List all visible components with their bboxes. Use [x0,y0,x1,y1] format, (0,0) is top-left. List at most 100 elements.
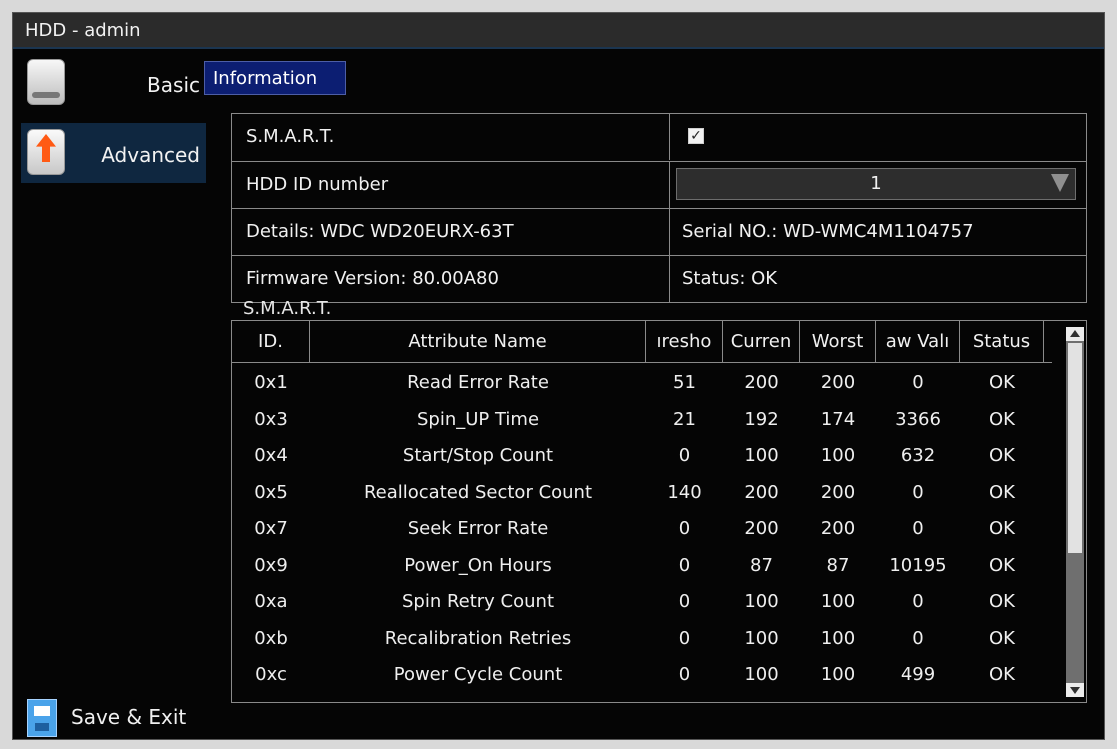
cell-id: 0x1 [254,372,288,393]
scrollbar-thumb[interactable] [1068,343,1082,553]
sidebar-item-basic[interactable]: Basic [21,53,206,113]
table-row[interactable]: 0xc Power Cycle Count 0 100 100 499 OK [232,657,1052,693]
cell-raw-value: 0 [912,372,924,393]
smart-toggle-cell[interactable]: ✓ [670,114,1086,160]
save-exit-button[interactable]: Save & Exit [23,697,223,737]
cell-current: 200 [744,372,779,393]
hdd-id-dropdown[interactable]: 1 [676,168,1076,200]
cell-threshold: 0 [678,664,691,685]
table-row[interactable]: 0xa Spin Retry Count 0 100 100 0 OK [232,584,1052,620]
upgrade-arrow-icon [27,129,65,175]
hdd-id-label: HDD ID number [232,162,670,208]
sidebar-item-label: Basic [147,73,200,97]
table-row[interactable]: 0x3 Spin_UP Time 21 192 174 3366 OK [232,402,1052,438]
smart-table-header: ID. Attribute Name ıresho Curren Worst a… [232,321,1052,363]
firmware-text: Firmware Version: 80.00A80 [232,256,670,302]
hard-drive-icon [27,59,65,105]
cell-raw-value: 3366 [895,408,941,430]
smart-label: S.M.A.R.T. [232,114,670,160]
cell-status: OK [989,664,1015,685]
sidebar-item-advanced[interactable]: Advanced [21,123,206,183]
column-id: ID. [232,321,310,362]
cell-attribute-name: Power Cycle Count [393,664,563,685]
vertical-scrollbar[interactable] [1066,327,1084,697]
cell-worst: 174 [820,408,856,430]
table-row[interactable]: 0x1 Read Error Rate 51 200 200 0 OK [232,365,1052,401]
table-row[interactable]: 0xb Recalibration Retries 0 100 100 0 OK [232,621,1052,657]
cell-current: 100 [744,445,779,466]
cell-attribute-name: Spin Retry Count [401,591,555,612]
cell-threshold: 0 [678,554,691,576]
cell-threshold: 21 [673,408,696,430]
cell-status: OK [989,445,1015,466]
cell-current: 100 [744,627,779,649]
cell-raw-value: 499 [900,664,936,685]
cell-status: OK [989,372,1015,393]
cell-raw-value: 10195 [889,554,947,576]
cell-id: 0x7 [254,518,288,539]
smart-section-label: S.M.A.R.T. [243,298,332,319]
serial-text: Serial NO.: WD-WMC4M1104757 [682,221,974,242]
cell-threshold: 0 [678,591,691,612]
cell-raw-value: 632 [900,445,936,466]
cell-worst: 87 [826,554,850,576]
cell-worst: 200 [820,518,856,539]
cell-attribute-name: Seek Error Rate [407,518,549,539]
table-row[interactable]: 0x4 Start/Stop Count 0 100 100 632 OK [232,438,1052,474]
cell-current: 100 [744,591,779,612]
cell-worst: 200 [820,372,856,393]
cell-worst: 100 [820,664,856,685]
cell-threshold: 140 [667,481,702,503]
column-status: Status [960,321,1044,362]
cell-status: OK [989,481,1015,503]
cell-status: OK [989,554,1015,576]
cell-threshold: 0 [678,518,691,539]
smart-checkbox[interactable]: ✓ [688,128,704,144]
hdd-info-table: S.M.A.R.T. ✓ HDD ID number 1 Details: WD… [231,113,1087,303]
smart-row: S.M.A.R.T. ✓ [232,114,1086,161]
cell-worst: 100 [820,445,856,466]
cell-status: OK [989,408,1015,430]
cell-current: 87 [750,554,773,576]
tab-label: Information [213,68,318,89]
cell-threshold: 0 [678,445,691,466]
cell-worst: 100 [820,627,856,649]
cell-attribute-name: Read Error Rate [407,372,549,393]
tab-information[interactable]: Information [204,61,346,95]
cell-status: OK [989,591,1015,612]
cell-attribute-name: Recalibration Retries [384,627,572,649]
scroll-up-icon[interactable] [1066,327,1084,341]
cell-attribute-name: Start/Stop Count [402,445,554,466]
cell-attribute-name: Reallocated Sector Count [363,481,593,503]
column-threshold: ıresho [646,321,723,362]
scroll-down-icon[interactable] [1066,683,1084,697]
cell-raw-value: 0 [912,518,924,539]
smart-table: ID. Attribute Name ıresho Curren Worst a… [231,320,1087,703]
cell-threshold: 51 [673,372,696,393]
cell-worst: 200 [820,481,856,503]
firmware-row: Firmware Version: 80.00A80 Status: OK [232,255,1086,302]
hdd-window: HDD - admin Basic Advanced Information S… [12,12,1105,740]
save-exit-label: Save & Exit [71,705,187,729]
table-row[interactable]: 0x7 Seek Error Rate 0 200 200 0 OK [232,511,1052,547]
cell-id: 0xa [254,591,288,612]
floppy-disk-icon [27,699,57,737]
table-row[interactable]: 0x5 Reallocated Sector Count 140 200 200 0 OK [232,475,1052,511]
cell-current: 200 [744,481,779,503]
cell-current: 192 [744,408,779,430]
cell-id: 0xb [254,627,288,649]
hdd-id-value: 1 [870,173,882,194]
status-text: Status: OK [682,268,778,289]
cell-status: OK [989,627,1015,649]
hdd-id-select-cell[interactable]: 1 [670,162,1086,208]
cell-id: 0xc [255,664,287,685]
hdd-id-row: HDD ID number 1 [232,161,1086,208]
cell-threshold: 0 [678,627,691,649]
cell-id: 0x9 [254,554,288,576]
cell-id: 0x3 [254,408,288,430]
table-row[interactable]: 0x9 Power_On Hours 0 87 87 10195 OK [232,548,1052,584]
title-bar: HDD - admin [13,13,1104,49]
cell-id: 0x4 [254,445,288,466]
cell-current: 100 [744,664,779,685]
details-row: Details: WDC WD20EURX-63T Serial NO.: WD… [232,208,1086,255]
